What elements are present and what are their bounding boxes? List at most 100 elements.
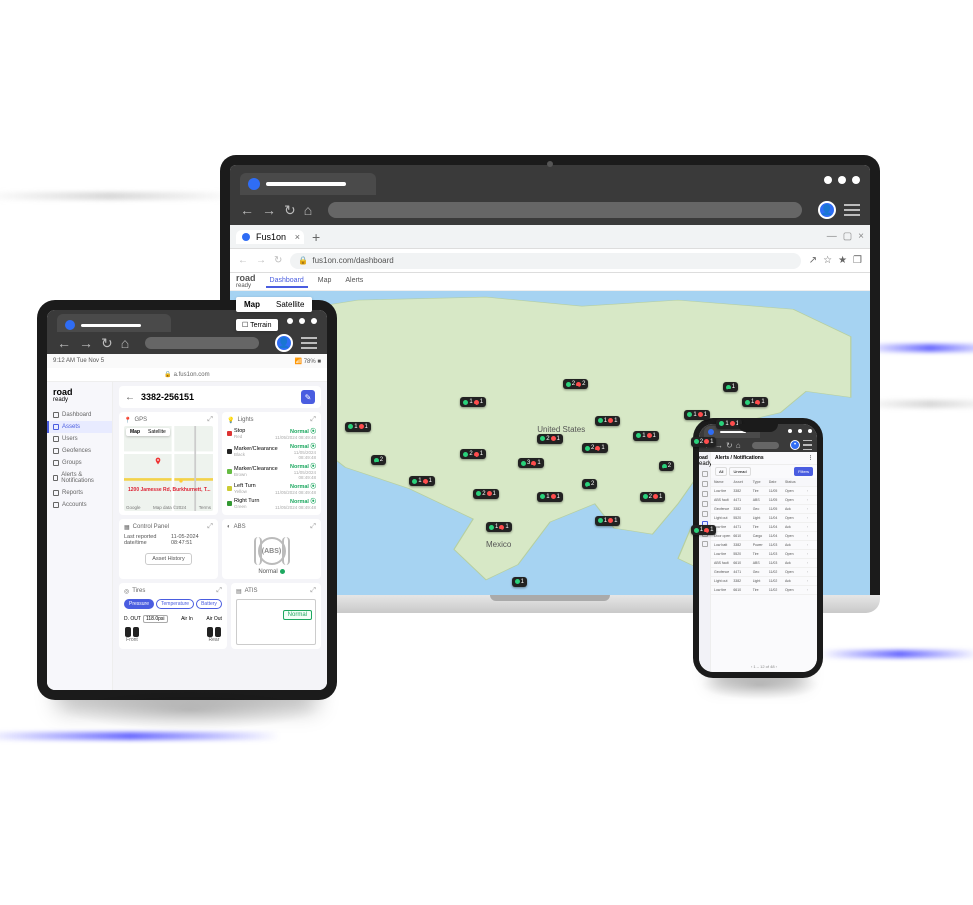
sidebar-item-users[interactable]: Users (47, 433, 112, 445)
sidebar-item-reports[interactable]: Reports (47, 487, 112, 499)
tab-close-icon[interactable]: × (295, 232, 300, 242)
asset-cluster-marker[interactable]: 2 (659, 461, 674, 471)
asset-cluster-marker[interactable]: 2 1 (473, 489, 499, 499)
apps-icon[interactable]: ❐ (853, 255, 862, 266)
sidebar-item-groups[interactable] (702, 511, 708, 517)
asset-cluster-marker[interactable]: 1 1 (595, 516, 621, 526)
asset-cluster-marker[interactable]: 1 1 (595, 416, 621, 426)
sidebar-item-groups[interactable]: Groups (47, 457, 112, 469)
filters-button[interactable]: Filters (794, 467, 813, 476)
header-menu-icon[interactable]: ⋮ (808, 455, 813, 461)
window-close-icon[interactable]: × (858, 231, 864, 242)
hamburger-menu-icon[interactable] (844, 204, 860, 216)
new-tab-button[interactable]: + (308, 229, 324, 245)
sidebar-item-geofences[interactable]: Geofences (47, 445, 112, 457)
nav-home-icon[interactable]: ⌂ (736, 441, 741, 450)
expand-icon[interactable]: ⤢ (310, 416, 316, 424)
asset-cluster-marker[interactable]: 1 1 (684, 410, 710, 420)
expand-icon[interactable]: ⤢ (207, 416, 213, 424)
sidebar-item-alerts[interactable]: Alerts & Notifications (47, 469, 112, 487)
browser-forward-icon[interactable]: → (256, 255, 266, 266)
browser-tab[interactable]: Fus1on × (236, 230, 304, 244)
phone-dot-controls[interactable] (788, 429, 812, 433)
table-row[interactable]: Low batt3382Power11/03Ack› (711, 541, 817, 550)
filter-unread[interactable]: Unread (729, 467, 750, 476)
asset-cluster-marker[interactable]: 1 1 (345, 422, 371, 432)
table-row[interactable]: Light out3382Light11/02Ack› (711, 577, 817, 586)
tablet-url-field[interactable] (145, 337, 259, 349)
tab-dashboard[interactable]: Dashboard (266, 275, 308, 288)
tires-tab-temperature[interactable]: Temperature (156, 599, 194, 609)
extensions-icon[interactable]: ★ (838, 255, 847, 266)
tab-alerts[interactable]: Alerts (341, 275, 367, 288)
table-row[interactable]: Low tire3382Tire11/05Open› (711, 487, 817, 496)
sidebar-item-assets[interactable] (702, 481, 708, 487)
expand-icon[interactable]: ⤢ (207, 523, 213, 531)
map-type-map[interactable]: Map (236, 297, 268, 312)
nav-back-icon[interactable]: ← (240, 202, 254, 218)
asset-cluster-marker[interactable]: 2 1 (460, 449, 486, 459)
filter-all[interactable]: All (715, 467, 727, 476)
table-row[interactable]: Geofence3382Geo11/05Ack› (711, 505, 817, 514)
tires-tab-pressure[interactable]: Pressure (124, 599, 154, 609)
sidebar-item-dashboard[interactable]: Dashboard (47, 409, 112, 421)
phone-url-field[interactable] (752, 442, 779, 449)
edit-asset-button[interactable]: ✎ (301, 390, 315, 404)
expand-icon[interactable]: ⤢ (310, 523, 316, 531)
tab-map[interactable]: Map (314, 275, 336, 288)
asset-cluster-marker[interactable]: 2 1 (640, 492, 666, 502)
asset-cluster-marker[interactable]: 1 1 (742, 397, 768, 407)
window-min-icon[interactable]: — (827, 231, 837, 242)
expand-icon[interactable]: ⤢ (310, 587, 316, 595)
table-row[interactable]: Door open6610Cargo11/04Open› (711, 532, 817, 541)
sidebar-item-users[interactable] (702, 491, 708, 497)
asset-cluster-marker[interactable]: 2 (371, 455, 386, 465)
asset-cluster-marker[interactable]: 3 1 (518, 458, 544, 468)
brand-logo[interactable]: roadready (236, 274, 256, 289)
tablet-dot-controls[interactable] (287, 318, 317, 324)
table-row[interactable]: ABS fault6610ABS11/03Ack› (711, 559, 817, 568)
map-terrain-checkbox[interactable]: ☐ Terrain (236, 319, 278, 331)
asset-cluster-marker[interactable]: 2 1 (537, 434, 563, 444)
asset-cluster-marker[interactable]: 1 1 (409, 476, 435, 486)
asset-cluster-marker[interactable]: 1 1 (537, 492, 563, 502)
sidebar-item-assets[interactable]: Assets (47, 421, 112, 433)
user-avatar-icon[interactable]: 👤 (275, 334, 293, 352)
user-avatar-icon[interactable]: 👤 (818, 201, 836, 219)
table-row[interactable]: Low tire5520Tire11/03Open› (711, 550, 817, 559)
share-icon[interactable]: ↗ (809, 255, 817, 266)
asset-cluster-marker[interactable]: 2 1 (691, 437, 717, 447)
browser-url-field[interactable]: 🔒 fus1on.com/dashboard (290, 253, 800, 269)
asset-cluster-marker[interactable]: 1 1 (460, 397, 486, 407)
asset-cluster-marker[interactable]: 2 (582, 479, 597, 489)
asset-cluster-marker[interactable]: 1 (723, 382, 738, 392)
nav-reload-icon[interactable]: ↻ (726, 441, 733, 450)
nav-reload-icon[interactable]: ↻ (101, 335, 113, 352)
asset-cluster-marker[interactable]: 2 1 (582, 443, 608, 453)
table-row[interactable]: Low tire6610Tire11/02Open› (711, 586, 817, 595)
nav-forward-icon[interactable]: → (715, 441, 723, 450)
table-row[interactable]: Light out5520Light11/04Open› (711, 514, 817, 523)
back-button[interactable]: ← (125, 392, 135, 403)
map-type-satellite[interactable]: Satellite (268, 297, 312, 312)
asset-cluster-marker[interactable]: 1 1 (633, 431, 659, 441)
browser-back-icon[interactable]: ← (238, 255, 248, 266)
tires-tab-battery[interactable]: Battery (196, 599, 222, 609)
asset-cluster-marker[interactable]: 2 2 (563, 379, 589, 389)
sidebar-item-accounts[interactable] (702, 541, 708, 547)
table-row[interactable]: Geofence4471Geo11/02Open› (711, 568, 817, 577)
browser-reload-icon[interactable]: ↻ (274, 255, 282, 266)
os-window-tab[interactable] (240, 173, 376, 195)
bookmark-icon[interactable]: ☆ (823, 255, 832, 266)
asset-cluster-marker[interactable]: 1 1 (486, 522, 512, 532)
asset-minimap[interactable]: Map Satellite (124, 426, 213, 511)
sidebar-item-accounts[interactable]: Accounts (47, 499, 112, 511)
sidebar-item-geofences[interactable] (702, 501, 708, 507)
hamburger-menu-icon[interactable] (301, 337, 317, 349)
nav-forward-icon[interactable]: → (262, 202, 276, 218)
expand-icon[interactable]: ⤢ (216, 587, 222, 595)
user-avatar-icon[interactable]: • (790, 440, 800, 450)
nav-home-icon[interactable]: ⌂ (121, 335, 129, 351)
sidebar-item-dashboard[interactable] (702, 471, 708, 477)
table-row[interactable]: ABS fault4471ABS11/05Open› (711, 496, 817, 505)
